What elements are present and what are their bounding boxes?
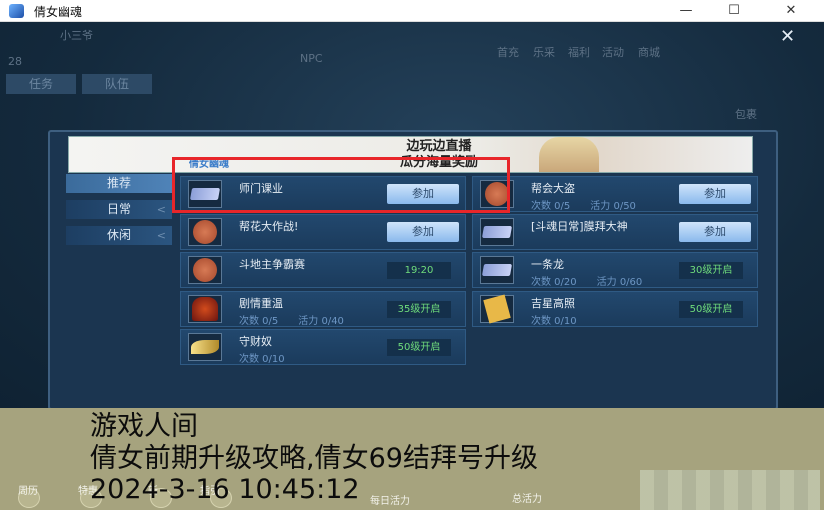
activity-status: 30级开启 [679, 262, 743, 279]
activity-card[interactable]: 帮会大盗次数 0/5 活力 0/50 参加 [472, 176, 758, 212]
join-button[interactable]: 参加 [387, 222, 459, 242]
activity-card[interactable]: 一条龙次数 0/20 活力 0/60 30级开启 [472, 252, 758, 288]
activity-name: 吉星高照 [531, 297, 575, 310]
stat-text: 活力 0/50 [590, 201, 636, 212]
activity-card[interactable]: 剧情重温次数 0/5 活力 0/40 35级开启 [180, 291, 466, 327]
stat-text: 活力 0/60 [596, 277, 643, 288]
menu-item[interactable]: 乐采 [533, 44, 555, 60]
title-bar: 倩女幽魂 — ☐ ✕ [0, 0, 824, 22]
menu-activity[interactable]: 活动 [602, 44, 624, 60]
activity-name: [斗魂日常]膜拜大神 [531, 220, 628, 233]
task-tab[interactable]: 任务 [6, 74, 76, 94]
caption-line-2: 倩女前期升级攻略,倩女69结拜号升级 [90, 443, 538, 474]
team-tab[interactable]: 队伍 [82, 74, 152, 94]
category-tabs: 推荐 日常 < 休闲 < [66, 174, 172, 252]
join-button[interactable]: 参加 [679, 184, 751, 204]
banner-character-image [539, 137, 599, 172]
coin-icon [188, 218, 222, 246]
activity-stats: 次数 0/20 活力 0/60 [531, 273, 642, 288]
activity-status: 50级开启 [679, 301, 743, 318]
activity-card[interactable]: 守财奴次数 0/10 50级开启 [180, 329, 466, 365]
tab-leisure[interactable]: 休闲 < [66, 226, 172, 245]
maximize-button[interactable]: ☐ [719, 1, 749, 21]
minimize-button[interactable]: — [671, 1, 701, 21]
bag-button[interactable]: 包裹 [735, 106, 757, 122]
stat-text: 次数 0/5 [239, 316, 279, 327]
activity-name: 帮花大作战! [239, 220, 299, 233]
activity-name: 一条龙 [531, 258, 564, 271]
tab-label: 休闲 [106, 228, 131, 242]
ticket-icon [480, 256, 514, 284]
stat-text: 次数 0/10 [239, 354, 285, 365]
activity-stats: 次数 0/5 活力 0/50 [531, 197, 636, 212]
activity-card[interactable]: 帮花大作战! 参加 [180, 214, 466, 250]
daily-vitality-label: 每日活力 [370, 496, 410, 507]
activity-name: 剧情重温 [239, 297, 283, 310]
activity-card[interactable]: 吉星高照次数 0/10 50级开启 [472, 291, 758, 327]
calendar-label: 周历 [18, 486, 38, 497]
tab-daily[interactable]: 日常 < [66, 200, 172, 219]
activity-name: 斗地主争霸赛 [239, 258, 305, 271]
join-button[interactable]: 参加 [679, 222, 751, 242]
npc-label: NPC [300, 52, 323, 65]
activity-card[interactable]: 斗地主争霸赛 19:20 [180, 252, 466, 288]
book-icon [480, 294, 514, 324]
banner-line-1: 边玩边直播 [406, 139, 472, 154]
activity-status: 19:20 [387, 262, 451, 279]
activity-stats: 次数 0/5 活力 0/40 [239, 312, 344, 327]
stat-text: 次数 0/5 [531, 201, 571, 212]
tab-label: 日常 [106, 202, 131, 216]
total-vitality-label: 总活力 [512, 494, 542, 505]
ticket-icon [480, 218, 514, 246]
stat-text: 次数 0/20 [531, 277, 577, 288]
blurred-region [640, 470, 820, 510]
activity-name: 帮会大盗 [531, 182, 575, 195]
app-icon [9, 4, 24, 18]
activity-status: 35级开启 [387, 301, 451, 318]
activity-stats: 次数 0/10 [239, 350, 285, 365]
tab-label: 推荐 [106, 176, 131, 190]
caption-line-1: 游戏人间 [90, 411, 198, 442]
menu-welfare[interactable]: 福利 [568, 44, 590, 60]
player-name: 小三爷 [60, 29, 93, 42]
menu-first-charge[interactable]: 首充 [497, 44, 519, 60]
close-panel-icon[interactable]: ✕ [780, 26, 795, 47]
stat-text: 次数 0/10 [531, 316, 577, 327]
activity-status: 50级开启 [387, 339, 451, 356]
tab-recommended[interactable]: 推荐 [66, 174, 172, 193]
activity-card[interactable]: [斗魂日常]膜拜大神 参加 [472, 214, 758, 250]
player-level: 28 [8, 55, 22, 68]
chevron-left-icon: < [156, 229, 166, 242]
highlight-box [172, 157, 510, 213]
chevron-left-icon: < [156, 203, 166, 216]
menu-shop[interactable]: 商城 [638, 44, 660, 60]
caption-timestamp: 2024-3-16 10:45:12 [90, 474, 360, 505]
helmet-icon [188, 295, 222, 323]
activity-name: 守财奴 [239, 335, 272, 348]
leaf-icon [188, 333, 222, 361]
activity-stats: 次数 0/10 [531, 312, 577, 327]
window-title: 倩女幽魂 [34, 5, 83, 19]
close-window-button[interactable]: ✕ [776, 1, 806, 21]
coin-icon [188, 256, 222, 284]
stat-text: 活力 0/40 [298, 316, 344, 327]
